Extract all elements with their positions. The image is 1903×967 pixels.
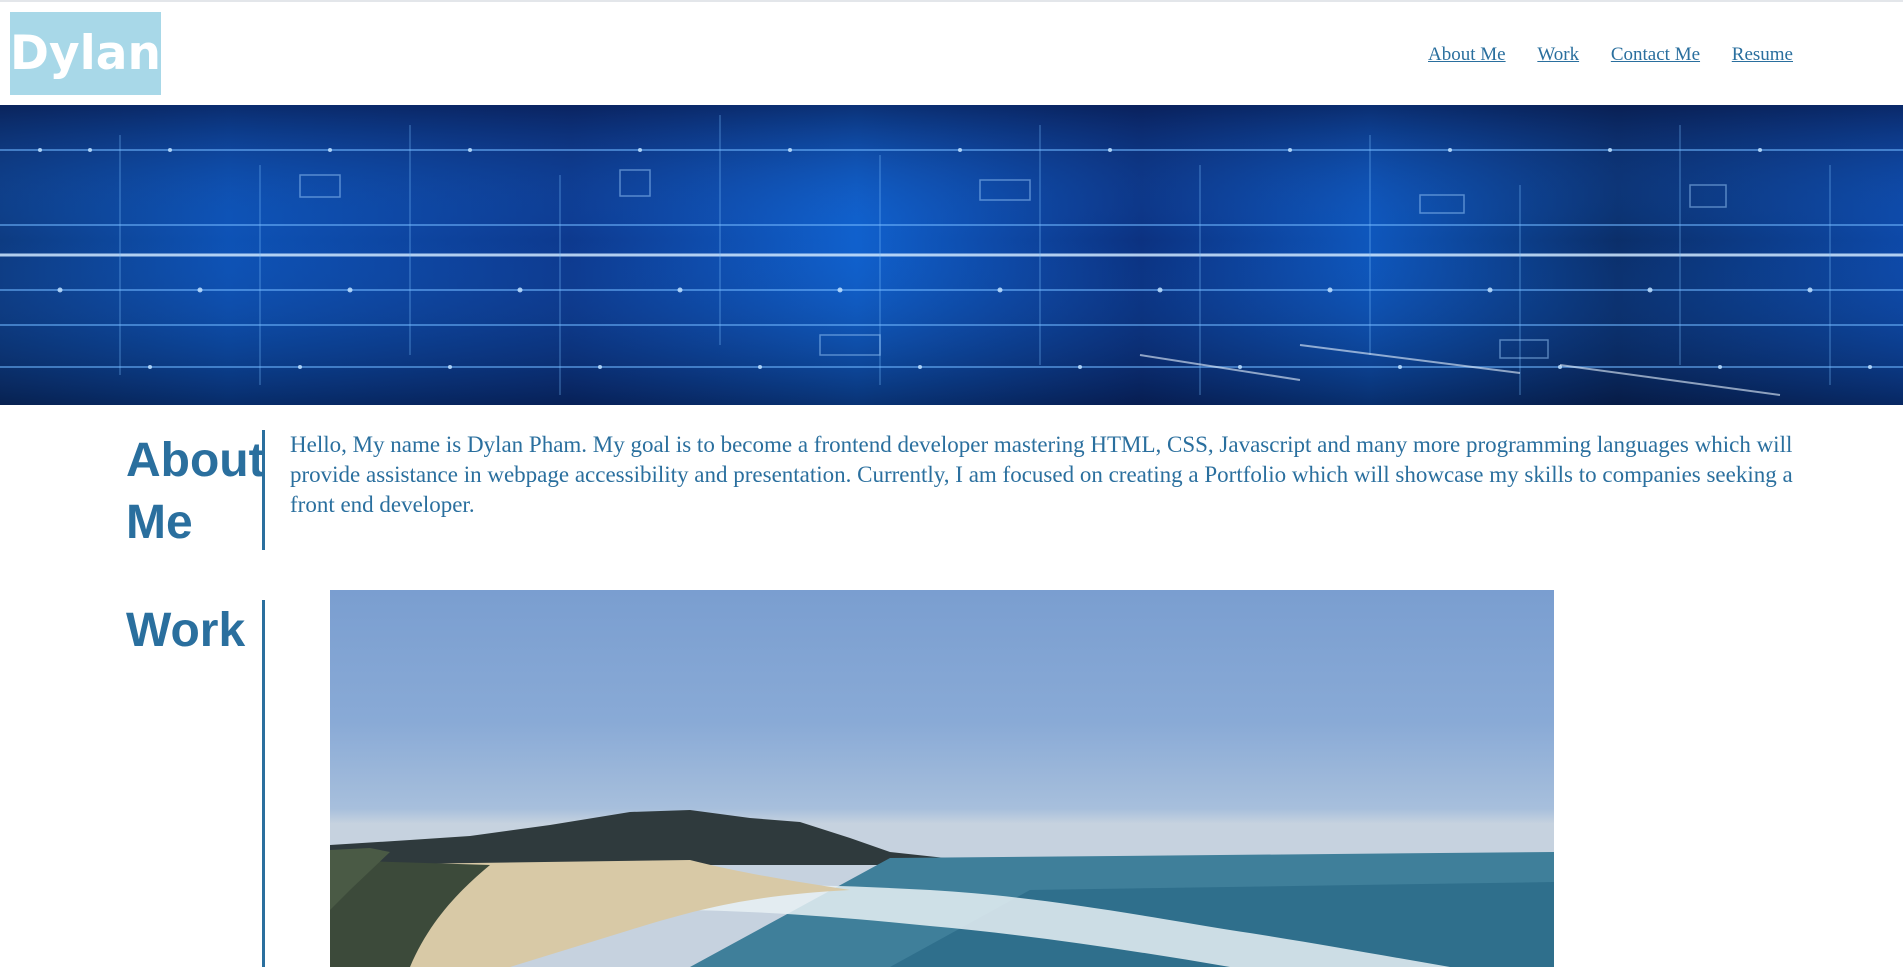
- hero-banner: [0, 105, 1903, 405]
- circuit-board-banner: [0, 105, 1903, 405]
- about-title-line1: About: [126, 434, 265, 487]
- nav-link-resume[interactable]: Resume: [1732, 44, 1793, 65]
- nav-link-about-me[interactable]: About Me: [1428, 44, 1506, 65]
- about-divider: [262, 430, 265, 550]
- work-title: Work: [126, 604, 246, 657]
- about-text: Hello, My name is Dylan Pham. My goal is…: [290, 432, 1793, 517]
- main-nav: About Me Work Contact Me Resume: [1401, 44, 1793, 66]
- work-image[interactable]: [330, 590, 1554, 967]
- about-title: About Me: [126, 430, 265, 554]
- logo[interactable]: Dylan: [10, 12, 161, 95]
- work-divider: [262, 600, 265, 967]
- nav-link-contact-me[interactable]: Contact Me: [1611, 44, 1700, 65]
- nav-link-work[interactable]: Work: [1537, 44, 1579, 65]
- about-title-line2: Me: [126, 496, 193, 549]
- beach-landscape-image: [330, 810, 1554, 967]
- site-header: Dylan About Me Work Contact Me Resume: [0, 2, 1903, 105]
